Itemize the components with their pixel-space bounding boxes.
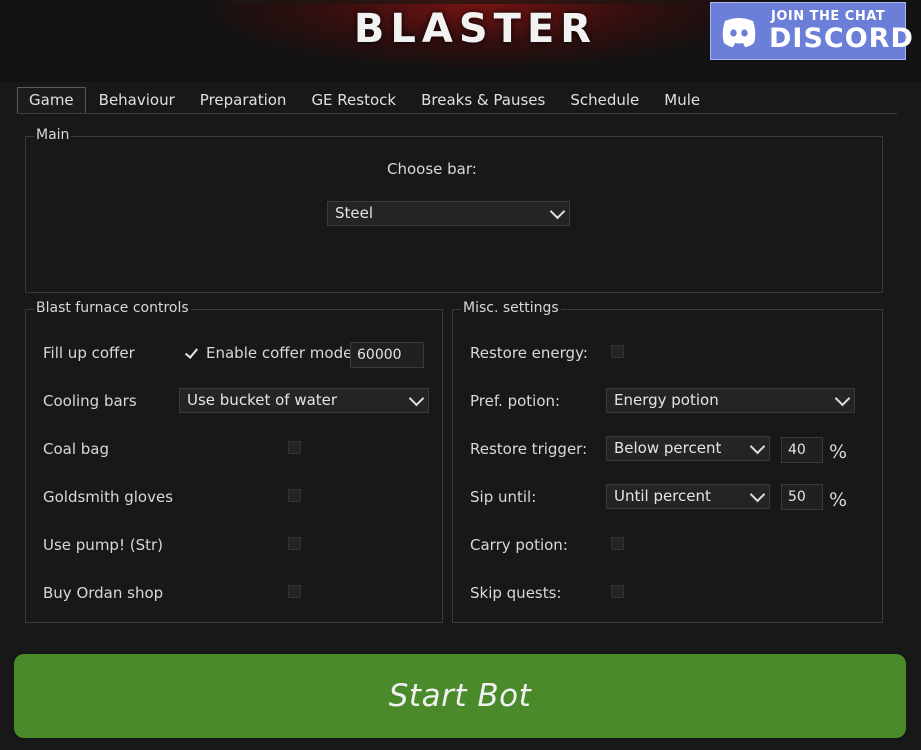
cooling-bars-label: Cooling bars: [43, 392, 137, 410]
tab-game[interactable]: Game: [17, 86, 86, 114]
sip-until-label: Sip until:: [470, 488, 537, 506]
coal-bag-checkbox[interactable]: [288, 441, 301, 454]
restore-trigger-select[interactable]: Below percent: [606, 436, 770, 461]
restore-energy-checkbox[interactable]: [611, 345, 624, 358]
chevron-down-icon: [834, 390, 851, 407]
chevron-down-icon: [749, 438, 766, 455]
pref-potion-select[interactable]: Energy potion: [606, 388, 855, 413]
restore-energy-label: Restore energy:: [470, 344, 588, 362]
coffer-amount-input[interactable]: 60000: [350, 342, 424, 368]
cooling-bars-value: Use bucket of water: [187, 391, 338, 409]
tab-breaks-pauses[interactable]: Breaks & Pauses: [409, 87, 557, 114]
bar-select-value: Steel: [335, 204, 374, 222]
tab-bar: Game Behaviour Preparation GE Restock Br…: [17, 86, 713, 114]
main-group-title: Main: [34, 127, 72, 143]
misc-settings-group: Misc. settings Restore energy: Pref. pot…: [452, 300, 883, 623]
goldsmith-gloves-label: Goldsmith gloves: [43, 488, 174, 506]
tab-ge-restock[interactable]: GE Restock: [299, 87, 408, 114]
tab-mule[interactable]: Mule: [652, 87, 712, 114]
use-pump-checkbox[interactable]: [288, 537, 301, 550]
discord-join-button[interactable]: JOIN THE CHAT DISCORD: [710, 2, 913, 60]
start-bot-label: Start Bot: [388, 678, 532, 714]
buy-ordan-label: Buy Ordan shop: [43, 584, 164, 602]
restore-trigger-label: Restore trigger:: [470, 440, 588, 458]
sip-until-amount-input[interactable]: 50: [781, 484, 823, 510]
discord-join-label: JOIN THE CHAT: [771, 9, 886, 24]
blast-furnace-group: Blast furnace controls Fill up coffer En…: [25, 300, 443, 623]
discord-icon: [722, 18, 756, 47]
sip-until-select[interactable]: Until percent: [606, 484, 770, 509]
bar-select[interactable]: Steel: [327, 201, 570, 226]
chevron-down-icon: [408, 390, 425, 407]
blast-furnace-title: Blast furnace controls: [34, 300, 191, 316]
use-pump-label: Use pump! (Str): [43, 536, 164, 554]
tab-schedule[interactable]: Schedule: [558, 87, 651, 114]
start-bot-button[interactable]: Start Bot: [14, 654, 906, 738]
tab-behaviour[interactable]: Behaviour: [87, 87, 187, 114]
coffer-mode-checkbox[interactable]: [185, 347, 198, 360]
restore-trigger-amount-input[interactable]: 40: [781, 437, 823, 463]
buy-ordan-checkbox[interactable]: [288, 585, 301, 598]
goldsmith-gloves-checkbox[interactable]: [288, 489, 301, 502]
coal-bag-label: Coal bag: [43, 440, 110, 458]
chevron-down-icon: [749, 486, 766, 503]
misc-settings-title: Misc. settings: [461, 300, 561, 316]
pref-potion-value: Energy potion: [614, 391, 719, 409]
coffer-mode-label: Enable coffer mode: [206, 344, 353, 362]
sip-until-percent: %: [829, 489, 848, 511]
discord-label: DISCORD: [769, 23, 914, 54]
cooling-bars-select[interactable]: Use bucket of water: [179, 388, 429, 413]
tab-divider: [17, 113, 897, 114]
banner-logo-top: [232, 0, 692, 4]
skip-quests-label: Skip quests:: [470, 584, 562, 602]
restore-trigger-value: Below percent: [614, 439, 722, 457]
fill-coffer-label: Fill up coffer: [43, 344, 135, 362]
pref-potion-label: Pref. potion:: [470, 392, 561, 410]
main-group: Main Choose bar: Steel: [25, 127, 883, 293]
choose-bar-label: Choose bar:: [387, 160, 477, 178]
header-banner: BLASTER JOIN THE CHAT DISCORD: [0, 0, 921, 82]
sip-until-value: Until percent: [614, 487, 711, 505]
skip-quests-checkbox[interactable]: [611, 585, 624, 598]
carry-potion-label: Carry potion:: [470, 536, 568, 554]
restore-trigger-percent: %: [829, 441, 848, 463]
chevron-down-icon: [549, 203, 566, 220]
tab-preparation[interactable]: Preparation: [188, 87, 299, 114]
carry-potion-checkbox[interactable]: [611, 537, 624, 550]
